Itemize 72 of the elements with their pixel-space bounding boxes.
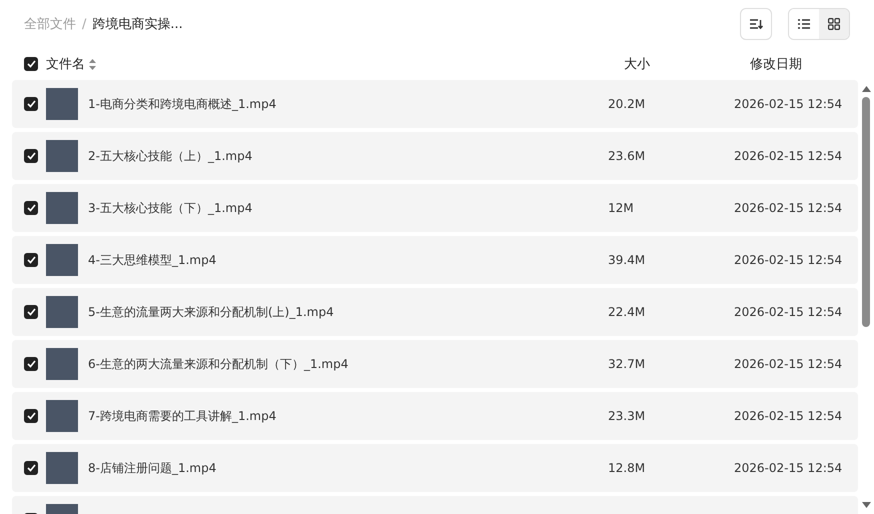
scroll-down-icon[interactable]	[862, 502, 870, 508]
name-column-header[interactable]: 文件名	[46, 55, 85, 73]
checkmark-icon	[26, 308, 36, 316]
file-size: 12M	[608, 201, 635, 215]
file-row[interactable]: 2-五大核心技能（上）_1.mp4 23.6M 2026-02-15 12:54	[12, 132, 858, 180]
row-checkbox[interactable]	[24, 461, 38, 475]
checkmark-icon	[26, 204, 36, 212]
file-name: 5-生意的流量两大来源和分配机制(上)_1.mp4	[88, 304, 335, 320]
list-icon	[798, 19, 810, 29]
file-name: 4-三大思维模型_1.mp4	[88, 252, 218, 268]
row-checkbox[interactable]	[24, 149, 38, 163]
modified-date: 2026-02-15 12:54	[734, 305, 844, 319]
modified-date: 2026-02-15 12:54	[734, 97, 844, 111]
file-row[interactable]: 7-跨境电商需要的工具讲解_1.mp4 23.3M 2026-02-15 12:54	[12, 392, 858, 440]
file-size: 12.8M	[608, 461, 646, 475]
file-row[interactable]: 8-店铺注册问题_1.mp4 12.8M 2026-02-15 12:54	[12, 444, 858, 492]
scrollbar-thumb[interactable]	[862, 97, 870, 327]
file-row[interactable]: 4-三大思维模型_1.mp4 39.4M 2026-02-15 12:54	[12, 236, 858, 284]
sort-button[interactable]	[740, 8, 772, 40]
video-thumbnail-placeholder	[46, 400, 78, 432]
file-name: 8-店铺注册问题_1.mp4	[88, 460, 218, 476]
file-size: 32.7M	[608, 357, 646, 371]
file-size: 22.4M	[608, 305, 646, 319]
file-size: 23.6M	[608, 149, 646, 163]
file-name: 7-跨境电商需要的工具讲解_1.mp4	[88, 408, 278, 424]
video-thumbnail-placeholder	[46, 244, 78, 276]
checkmark-icon	[26, 412, 36, 420]
grid-icon	[828, 18, 840, 30]
row-checkbox[interactable]	[24, 201, 38, 215]
modified-date: 2026-02-15 12:54	[734, 357, 844, 371]
checkmark-icon	[26, 464, 36, 472]
modified-date: 2026-02-15 12:54	[734, 409, 844, 423]
row-checkbox[interactable]	[24, 253, 38, 267]
row-checkbox[interactable]	[24, 305, 38, 319]
row-checkbox[interactable]	[24, 97, 38, 111]
file-name: 1-电商分类和跨境电商概述_1.mp4	[88, 96, 278, 112]
sort-icon	[749, 18, 763, 30]
grid-view-button[interactable]	[819, 9, 849, 39]
file-size: 23.3M	[608, 409, 646, 423]
video-thumbnail-placeholder	[46, 140, 78, 172]
video-thumbnail-placeholder	[46, 192, 78, 224]
file-size: 20.2M	[608, 97, 646, 111]
sort-arrows-icon[interactable]	[89, 58, 96, 70]
size-column-header: 大小	[624, 56, 651, 73]
video-thumbnail-placeholder	[46, 452, 78, 484]
video-thumbnail-placeholder	[46, 88, 78, 120]
modified-date: 2026-02-15 12:54	[734, 201, 844, 215]
video-thumbnail-placeholder	[46, 296, 78, 328]
checkmark-icon	[26, 100, 36, 108]
modified-date: 2026-02-15 12:54	[734, 253, 844, 267]
file-size: 39.4M	[608, 253, 646, 267]
breadcrumb-item: 跨境电商实操...	[92, 16, 183, 33]
file-row[interactable]: 6-生意的两大流量来源和分配机制（下）_1.mp4 32.7M 2026-02-15 12:54	[12, 340, 858, 388]
file-name: 6-生意的两大流量来源和分配机制（下）_1.mp4	[88, 356, 350, 372]
file-name: 2-五大核心技能（上）_1.mp4	[88, 148, 254, 164]
file-name: 3-五大核心技能（下）_1.mp4	[88, 200, 254, 216]
checkmark-icon	[26, 152, 36, 160]
file-row[interactable]: 5-生意的流量两大来源和分配机制(上)_1.mp4 22.4M 2026-02-15 12:54	[12, 288, 858, 336]
checkmark-icon	[26, 60, 36, 68]
row-checkbox[interactable]	[24, 357, 38, 371]
modified-date: 2026-02-15 12:54	[734, 149, 844, 163]
checkmark-icon	[26, 360, 36, 368]
row-checkbox[interactable]	[24, 409, 38, 423]
modified-date: 2026-02-15 12:54	[734, 461, 844, 475]
video-thumbnail-placeholder	[46, 348, 78, 380]
file-row[interactable]: 3-五大核心技能（下）_1.mp4 12M 2026-02-15 12:54	[12, 184, 858, 232]
select-all-checkbox[interactable]	[24, 57, 38, 71]
scroll-up-icon[interactable]	[862, 86, 870, 92]
date-column-header: 修改日期	[750, 56, 803, 73]
file-row[interactable]: 1-电商分类和跨境电商概述_1.mp4 20.2M 2026-02-15 12:54	[12, 80, 858, 128]
breadcrumb-separator: /	[82, 16, 86, 32]
checkmark-icon	[26, 256, 36, 264]
